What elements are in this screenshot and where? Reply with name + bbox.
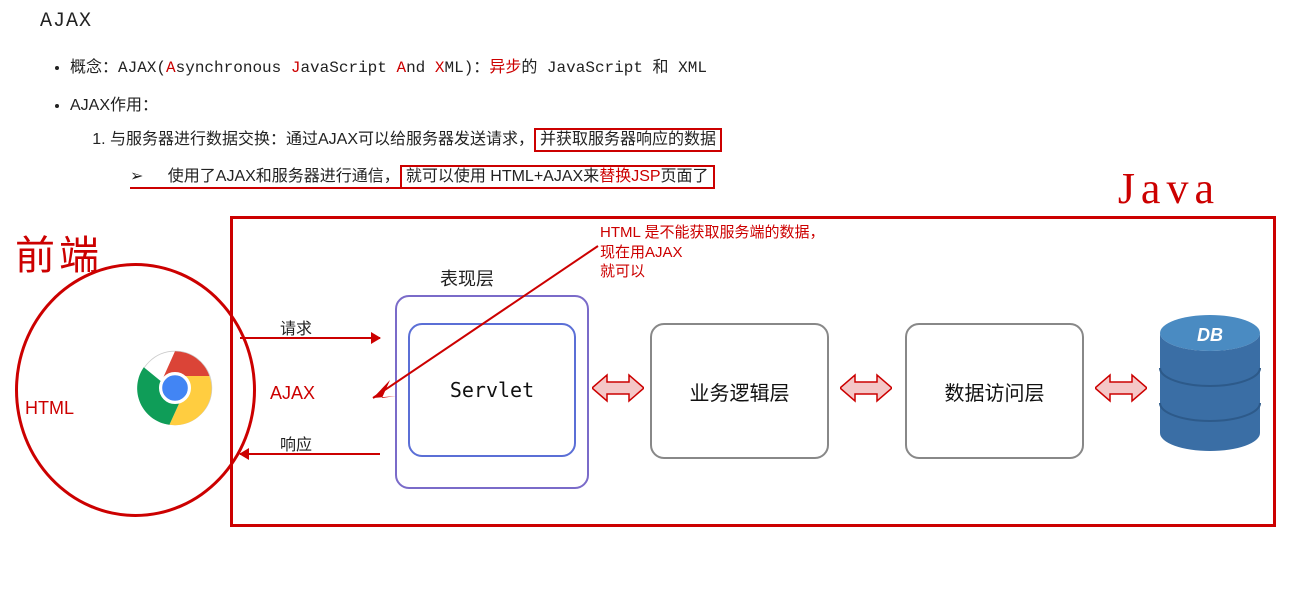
ajax-label: AJAX — [270, 383, 315, 404]
usage1-boxed: 并获取服务器响应的数据 — [534, 128, 722, 152]
bidi-arrow-3 — [1095, 373, 1147, 403]
handwriting-java: Java — [1118, 163, 1220, 214]
usage-item-1: 与服务器进行数据交换：通过AJAX可以给服务器发送请求，并获取服务器响应的数据 … — [110, 125, 1269, 189]
usage-line: AJAX作用： 与服务器进行数据交换：通过AJAX可以给服务器发送请求，并获取服… — [70, 91, 1269, 189]
db-label: DB — [1197, 325, 1223, 345]
servlet-label: Servlet — [450, 378, 534, 402]
note-line-2: 现在用AJAX — [600, 244, 683, 261]
concept-J: J — [291, 59, 301, 77]
bullet-list: 概念：AJAX(Asynchronous JavaScript And XML)… — [40, 53, 1269, 189]
usage1-pre: 与服务器进行数据交换：通过AJAX可以给服务器发送请求， — [110, 131, 534, 148]
business-layer-label: 业务逻辑层 — [690, 377, 790, 406]
chrome-icon — [135, 348, 215, 428]
servlet-box: Servlet — [408, 323, 576, 457]
sub-pre: 使用了AJAX和服务器进行通信， — [168, 168, 400, 185]
response-label: 响应 — [280, 431, 312, 455]
bidi-arrow-1 — [592, 373, 644, 403]
concept-And-A: A — [396, 59, 406, 77]
usage-sub: ➢ 使用了AJAX和服务器进行通信，就可以使用 HTML+AJAX来替换JSP页… — [130, 162, 1269, 189]
sub-boxed-tail: 页面了 — [661, 168, 709, 185]
sub-boxed-pre: 就可以使用 HTML+AJAX来 — [406, 168, 599, 185]
request-arrow: 请求 — [240, 337, 380, 339]
concept-sync: synchronous — [176, 59, 291, 77]
request-label: 请求 — [280, 315, 312, 339]
usage-label: AJAX作用： — [70, 97, 158, 114]
bidi-arrow-2 — [840, 373, 892, 403]
concept-prefix: 概念：AJAX( — [70, 59, 166, 77]
concept-A: A — [166, 59, 176, 77]
concept-js: avaScript — [300, 59, 396, 77]
database-icon: DB — [1155, 313, 1265, 463]
diagram-area: 前端 Java HTML 请求 AJAX 响应 表现层 Servlet 业务逻辑… — [40, 203, 1280, 543]
dao-layer-box: 数据访问层 — [905, 323, 1084, 459]
concept-tail: 的 JavaScript 和 XML — [521, 59, 707, 77]
concept-line: 概念：AJAX(Asynchronous JavaScript And XML)… — [70, 53, 1269, 77]
presentation-layer-label: 表现层 — [440, 265, 494, 291]
sub-arrow-icon: ➢ — [130, 166, 150, 186]
html-label: HTML — [25, 398, 74, 419]
sub-boxed-red: 替换JSP — [599, 168, 660, 185]
concept-async: 异步 — [489, 59, 521, 77]
response-arrow: 响应 — [240, 453, 380, 455]
concept-X: X — [435, 59, 445, 77]
note-line-3: 就可以 — [600, 263, 645, 280]
concept-nd: nd — [406, 59, 435, 77]
business-layer-box: 业务逻辑层 — [650, 323, 829, 459]
usage-ol: 与服务器进行数据交换：通过AJAX可以给服务器发送请求，并获取服务器响应的数据 … — [70, 125, 1269, 189]
sub-boxed: 就可以使用 HTML+AJAX来替换JSP页面了 — [400, 165, 715, 189]
note-line-1: HTML 是不能获取服务端的数据， — [600, 224, 824, 241]
page-title: AJAX — [40, 10, 1269, 33]
concept-ml: ML)： — [445, 59, 490, 77]
note-text: HTML 是不能获取服务端的数据， 现在用AJAX 就可以 — [600, 223, 824, 282]
dao-layer-label: 数据访问层 — [945, 377, 1045, 406]
